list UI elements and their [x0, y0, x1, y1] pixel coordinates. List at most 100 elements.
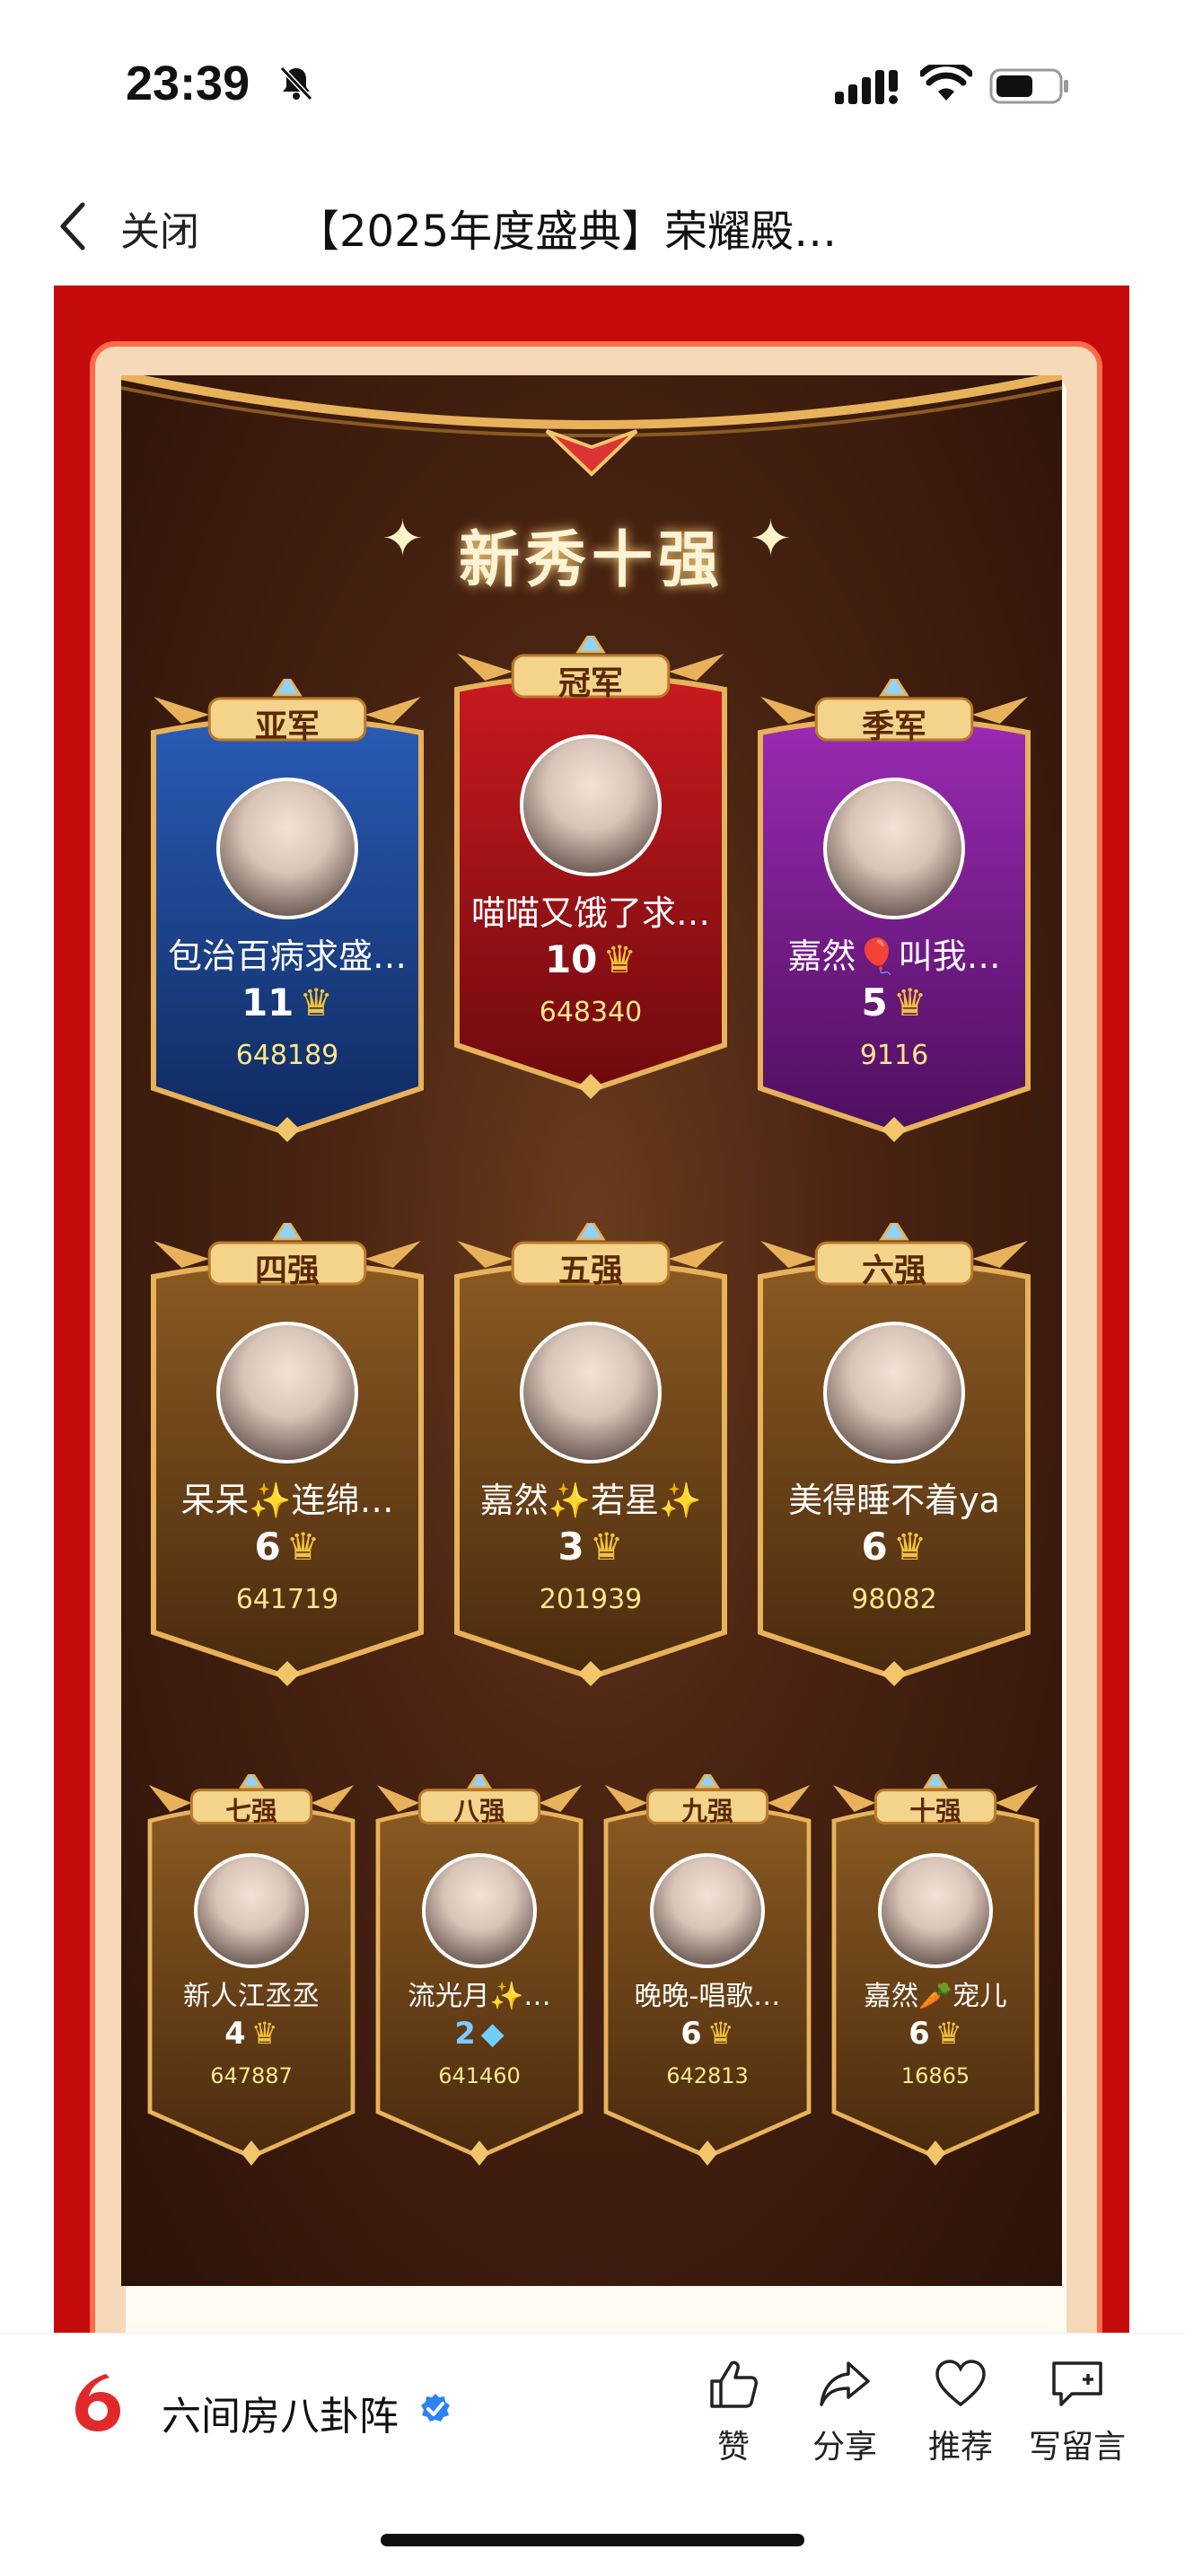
rank-card[interactable]: 冠军 喵喵又饿了求… 10 ♛ 648340: [452, 636, 730, 1103]
streamer-name: 流光月✨…: [408, 1981, 551, 2013]
rank-card[interactable]: 七强新人江丞丞 4 ♛ 647887: [145, 1774, 358, 2169]
verified-badge-icon: [421, 2394, 450, 2422]
award-count: 6 ♛: [601, 2016, 814, 2051]
avatar[interactable]: [216, 778, 358, 919]
decorative-arc: [121, 375, 1062, 477]
crown-icon: ♛: [602, 937, 637, 981]
card-frame: [375, 1774, 584, 2166]
comment-icon: [1052, 2361, 1102, 2406]
award-count: 6 ♛: [148, 1525, 426, 1569]
crown-icon: ♛: [892, 980, 927, 1024]
rank-title: 八强: [453, 1796, 505, 1827]
streamer-name: 新人江丞丞: [183, 1981, 320, 2013]
share-icon: [820, 2361, 870, 2406]
score-value: 9116: [859, 1040, 929, 1071]
avatar[interactable]: [878, 1853, 993, 1968]
brand-name[interactable]: 六间房八卦阵: [162, 2384, 399, 2441]
status-bar: 23:39: [0, 0, 1185, 171]
card-frame: [603, 1774, 812, 2166]
recommend-label: 推荐: [927, 2429, 993, 2466]
streamer-name: 美得睡不着ya: [788, 1481, 1000, 1520]
rank-card[interactable]: 六强美得睡不着ya 6 ♛ 98082: [755, 1223, 1033, 1690]
status-time: 23:39: [126, 57, 250, 110]
recommend-button[interactable]: 推荐: [902, 2358, 1019, 2467]
rank-card[interactable]: 四强 呆呆✨连绵… 6 ♛ 641719: [148, 1223, 426, 1690]
streamer-name: 嘉然✨若星✨: [479, 1481, 702, 1520]
diamond-icon: ◆: [480, 2015, 505, 2051]
avatar[interactable]: [216, 1322, 358, 1464]
avatar[interactable]: [194, 1853, 309, 1968]
award-count-value: 6: [254, 1525, 281, 1569]
award-count: 11 ♛: [148, 980, 426, 1024]
award-count-value: 6: [680, 2015, 702, 2051]
crown-icon: ♛: [892, 1525, 927, 1569]
brand-logo-icon[interactable]: [70, 2370, 126, 2433]
rank-title: 十强: [909, 1796, 961, 1827]
award-count-value: 10: [544, 937, 598, 981]
award-count-value: 5: [861, 980, 888, 1024]
award-count-value: 6: [908, 2015, 930, 2051]
streamer-name: 晚晚-唱歌…: [634, 1981, 781, 2013]
share-label: 分享: [812, 2429, 877, 2466]
crown-icon: ♛: [299, 980, 334, 1024]
crown-icon: ♛: [935, 2015, 962, 2051]
streamer-name: 包治百病求盛…: [167, 936, 407, 976]
comment-button[interactable]: 写留言: [1019, 2358, 1136, 2467]
avatar[interactable]: [520, 1322, 662, 1464]
score-value: 16865: [900, 2062, 970, 2088]
rank-card[interactable]: 五强 嘉然✨若星✨ 3 ♛ 201939: [452, 1223, 730, 1690]
rank-card[interactable]: 十强嘉然🥕宠儿 6 ♛ 16865: [829, 1774, 1042, 2169]
wifi-icon: [920, 65, 972, 101]
score-value: 98082: [851, 1584, 937, 1615]
award-count: 2 ◆: [373, 2016, 586, 2051]
award-count-value: 2: [454, 2015, 476, 2051]
rank-card[interactable]: 季军 嘉然🎈叫我… 5 ♛ 9116: [755, 679, 1033, 1146]
award-count-value: 3: [557, 1525, 584, 1569]
rank-card[interactable]: 八强流光月✨… 2 ◆ 641460: [373, 1774, 586, 2169]
back-chevron-icon[interactable]: [56, 199, 92, 253]
rank-title: 六强: [861, 1253, 926, 1289]
close-button[interactable]: 关闭: [120, 199, 199, 257]
rank-title: 季军: [861, 708, 926, 745]
rank-title: 七强: [225, 1796, 277, 1827]
rank-card[interactable]: 亚军 包治百病求盛… 11 ♛ 648189: [148, 679, 426, 1146]
award-count-value: 4: [224, 2015, 246, 2051]
award-count: 4 ♛: [145, 2016, 358, 2051]
score-value: 648189: [235, 1040, 339, 1071]
award-count: 6 ♛: [829, 2016, 1042, 2051]
comment-label: 写留言: [1028, 2429, 1126, 2466]
rank-card[interactable]: 九强 晚晚-唱歌… 6 ♛ 642813: [601, 1774, 814, 2169]
home-indicator[interactable]: [381, 2534, 804, 2546]
avatar[interactable]: [422, 1853, 537, 1968]
card-frame: [831, 1774, 1040, 2166]
award-count: 10 ♛: [452, 937, 730, 981]
streamer-name: 嘉然🥕宠儿: [864, 1981, 1007, 2013]
avatar[interactable]: [823, 1322, 965, 1464]
rank-title: 冠军: [557, 665, 623, 702]
award-count: 3 ♛: [452, 1525, 730, 1569]
award-count-value: 11: [241, 980, 294, 1024]
rank-title: 九强: [681, 1796, 733, 1827]
avatar[interactable]: [520, 734, 662, 876]
thumbs-up-icon: [710, 2361, 758, 2408]
award-count-value: 6: [861, 1525, 888, 1569]
crown-icon: ♛: [707, 2015, 734, 2051]
score-value: 641719: [235, 1584, 339, 1615]
crown-icon: ♛: [589, 1525, 624, 1569]
bell-muted-icon: [279, 66, 313, 101]
score-value: 647887: [210, 2062, 293, 2088]
avatar[interactable]: [823, 778, 965, 919]
like-button[interactable]: 赞: [675, 2358, 792, 2467]
rank-title: 四强: [254, 1253, 320, 1289]
crown-icon: ♛: [285, 1525, 320, 1569]
score-value: 201939: [539, 1584, 643, 1615]
heart-icon: [935, 2360, 986, 2407]
share-button[interactable]: 分享: [786, 2358, 903, 2467]
award-count: 5 ♛: [755, 980, 1033, 1024]
crown-icon: ♛: [250, 2015, 278, 2051]
poster-title: 新秀十强: [458, 525, 724, 596]
card-frame: [147, 1774, 356, 2166]
score-value: 641460: [438, 2062, 521, 2088]
avatar[interactable]: [650, 1853, 765, 1968]
streamer-name: 喵喵又饿了求…: [470, 893, 710, 933]
